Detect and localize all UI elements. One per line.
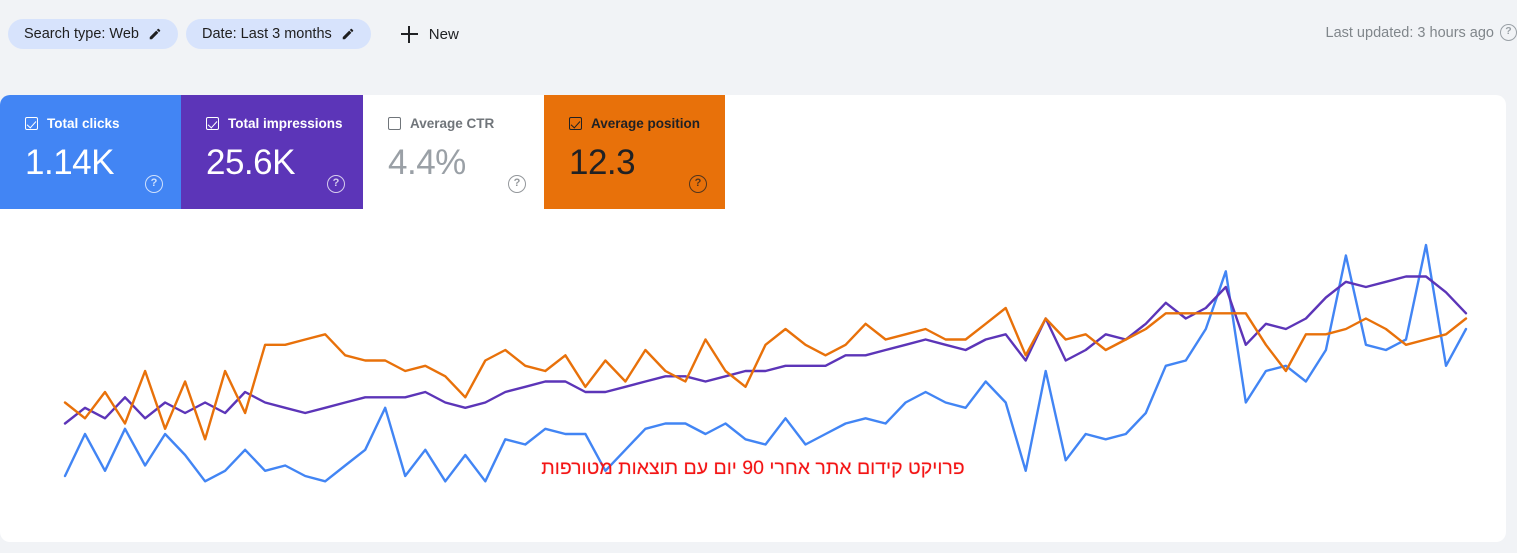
pencil-icon [341,27,355,41]
help-circle-icon[interactable]: ? [689,175,707,193]
metric-tile-average-position[interactable]: Average position 12.3 ? [544,95,725,209]
metric-label-total-impressions: Total impressions [228,116,343,131]
chart-lines-svg [63,243,1468,483]
metric-label-row: Average CTR [388,117,544,131]
checkbox-total-clicks[interactable] [25,117,38,131]
checkbox-total-impressions[interactable] [206,117,219,131]
filter-chip-search-type[interactable]: Search type: Web [8,19,178,49]
help-circle-icon[interactable]: ? [1500,24,1517,41]
chart-line-total-clicks [63,243,1468,483]
performance-card: Total clicks 1.14K ? Total impressions 2… [0,95,1506,542]
chart-line-total-impressions [63,275,1468,425]
metric-label-row: Average position [569,117,725,131]
checkbox-average-position[interactable] [569,117,582,131]
search-console-performance-page: Search type: Web Date: Last 3 months New… [0,0,1517,553]
help-circle-icon[interactable]: ? [508,175,526,193]
metric-tiles: Total clicks 1.14K ? Total impressions 2… [0,95,725,209]
chart-annotation: פרויקט קידום אתר אחרי 90 יום עם תוצאות מ… [541,457,965,479]
chart-line-average-position [63,306,1468,441]
metric-tile-total-clicks[interactable]: Total clicks 1.14K ? [0,95,181,209]
metric-label-total-clicks: Total clicks [47,116,120,131]
metric-label-row: Total impressions [206,117,363,131]
metric-value-total-impressions: 25.6K [206,142,295,182]
metric-tile-total-impressions[interactable]: Total impressions 25.6K ? [181,95,363,209]
metric-tile-average-ctr[interactable]: Average CTR 4.4% ? [363,95,544,209]
filter-chip-search-type-label: Search type: Web [24,26,139,42]
plus-icon [400,25,418,43]
metric-label-average-ctr: Average CTR [410,116,495,131]
metric-label-row: Total clicks [25,117,181,131]
metric-value-average-position: 12.3 [569,142,636,182]
checkbox-average-ctr[interactable] [388,117,401,131]
metric-value-total-clicks: 1.14K [25,142,114,182]
metric-label-average-position: Average position [591,116,701,131]
filter-chip-date[interactable]: Date: Last 3 months [186,19,371,49]
help-circle-icon[interactable]: ? [145,175,163,193]
new-filter-button-label: New [428,25,459,43]
last-updated-label: Last updated: 3 hours ago [1325,24,1495,41]
performance-chart[interactable]: פרויקט קידום אתר אחרי 90 יום עם תוצאות מ… [0,209,1506,542]
filter-bar: Search type: Web Date: Last 3 months New… [0,0,1517,68]
filter-chip-date-label: Date: Last 3 months [202,26,332,42]
help-circle-icon[interactable]: ? [327,175,345,193]
new-filter-button[interactable]: New [387,19,473,49]
last-updated: Last updated: 3 hours ago ? [1326,24,1517,41]
pencil-icon [148,27,162,41]
metric-value-average-ctr: 4.4% [388,142,466,182]
